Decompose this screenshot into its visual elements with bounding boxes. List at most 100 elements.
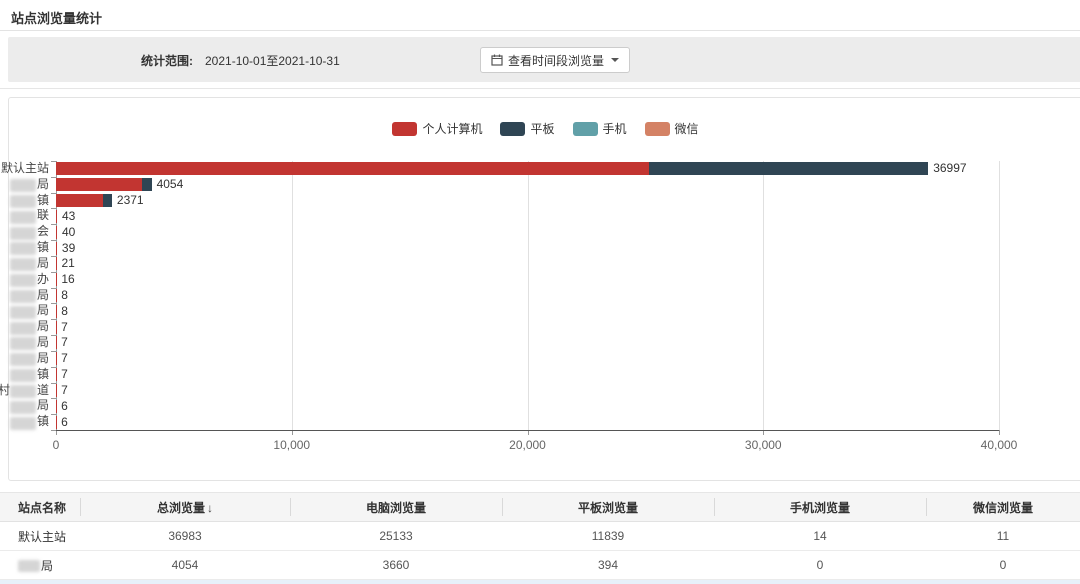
y-axis-category-label: 村道 (0, 383, 49, 399)
bar-segment-tablet[interactable] (649, 162, 929, 175)
table-header-总浏览量[interactable]: 总浏览量↓ (80, 499, 290, 516)
bar-value-label: 7 (61, 368, 68, 381)
y-axis-category-label: 会 (10, 224, 49, 240)
chevron-down-icon (611, 58, 619, 62)
y-axis-category-label: 局 (10, 256, 49, 272)
legend-item-个人计算机[interactable]: 个人计算机 (392, 120, 482, 137)
y-axis-category-label: 联 (10, 208, 49, 224)
stat-range-label: 统计范围: (63, 52, 193, 69)
redacted-text (10, 385, 36, 398)
x-axis-tick-label: 10,000 (273, 438, 310, 452)
redacted-text (10, 306, 36, 319)
bar-value-label: 8 (61, 289, 68, 302)
site-name-cell: 默认主站 (0, 528, 80, 545)
bar-value-label: 7 (61, 336, 68, 349)
section-divider (0, 88, 1080, 89)
y-axis-tick (51, 208, 56, 209)
grid-line (999, 161, 1000, 430)
bar-segment-pc[interactable] (56, 162, 649, 175)
table-row: 默认主站3698325133118391411 (0, 522, 1080, 551)
grid-line (763, 161, 764, 430)
calendar-icon (491, 54, 503, 66)
y-axis-tick (51, 430, 56, 431)
y-axis-category-label: 局 (10, 177, 49, 193)
y-axis-category-label: 局 (10, 398, 49, 414)
bar-value-label: 39 (62, 242, 75, 255)
legend-swatch (645, 122, 670, 136)
value-cell: 11 (926, 529, 1080, 543)
grid-line (292, 161, 293, 430)
legend-label: 平板 (530, 120, 554, 137)
stat-range-value: 2021-10-01至2021-10-31 (205, 52, 340, 69)
value-cell: 36983 (80, 529, 290, 543)
bar-value-label: 7 (61, 384, 68, 397)
bar-segment-pc[interactable] (56, 178, 142, 191)
bar-value-label: 4054 (157, 178, 184, 191)
bar-value-label: 7 (61, 321, 68, 334)
y-axis-category-label: 局 (10, 351, 49, 367)
bar-segment-tablet[interactable] (103, 194, 112, 207)
table-row: 局4054366039400 (0, 551, 1080, 580)
redacted-text (10, 195, 36, 208)
y-axis-category-label: 镇 (10, 367, 49, 383)
value-cell: 0 (926, 558, 1080, 572)
value-cell: 4054 (80, 558, 290, 572)
x-axis-tick-label: 0 (53, 438, 60, 452)
bar-value-label: 7 (61, 352, 68, 365)
redacted-text (10, 179, 36, 192)
value-cell: 14 (714, 529, 926, 543)
page-title: 站点浏览量统计 (11, 8, 102, 27)
table-header-平板浏览量[interactable]: 平板浏览量 (502, 499, 714, 516)
table-header-电脑浏览量[interactable]: 电脑浏览量 (290, 499, 502, 516)
y-axis-category-label: 局 (10, 303, 49, 319)
legend-swatch (573, 122, 598, 136)
redacted-text (10, 337, 36, 350)
bar-segment-tablet[interactable] (142, 178, 151, 191)
table-header-手机浏览量[interactable]: 手机浏览量 (714, 499, 926, 516)
redacted-text (10, 227, 36, 240)
value-cell: 0 (714, 558, 926, 572)
redacted-text (10, 258, 36, 271)
bar-segment-pc[interactable] (56, 210, 57, 223)
legend-label: 微信 (675, 120, 699, 137)
sort-desc-icon: ↓ (207, 501, 213, 515)
redacted-text (10, 322, 36, 335)
x-axis-tick (999, 430, 1000, 435)
y-axis-category-label: 镇 (10, 240, 49, 256)
bar-value-label: 2371 (117, 194, 144, 207)
y-axis-category-label: 镇 (10, 193, 49, 209)
bar-value-label: 40 (62, 226, 75, 239)
bar-segment-pc[interactable] (56, 226, 57, 239)
x-axis-line (56, 430, 999, 431)
legend-item-手机[interactable]: 手机 (573, 120, 627, 137)
view-time-range-button[interactable]: 查看时间段浏览量 (480, 47, 630, 73)
value-cell: 3660 (290, 558, 502, 572)
grid-line (528, 161, 529, 430)
bar-segment-pc[interactable] (56, 242, 57, 255)
bar-value-label: 6 (61, 416, 68, 429)
view-time-range-button-label: 查看时间段浏览量 (508, 52, 604, 69)
redacted-text (10, 274, 36, 287)
y-axis-category-label: 默认主站 (1, 161, 49, 177)
table-header-站点名称[interactable]: 站点名称 (0, 499, 80, 516)
title-divider (0, 30, 1080, 31)
legend-item-平板[interactable]: 平板 (500, 120, 554, 137)
y-axis-category-label: 局 (10, 319, 49, 335)
filter-panel: 统计范围: 2021-10-01至2021-10-31 查看时间段浏览量 (8, 37, 1080, 82)
table-header-微信浏览量[interactable]: 微信浏览量 (926, 499, 1080, 516)
redacted-text (10, 417, 36, 430)
legend-item-微信[interactable]: 微信 (645, 120, 699, 137)
redacted-text (10, 290, 36, 303)
value-cell: 11839 (502, 529, 714, 543)
x-axis-tick-label: 20,000 (509, 438, 546, 452)
y-axis-category-label: 办 (10, 272, 49, 288)
site-views-chart: 个人计算机平板手机微信 010,00020,00030,00040,000默认主… (8, 97, 1080, 481)
bar-value-label: 6 (61, 400, 68, 413)
x-axis-tick-label: 30,000 (745, 438, 782, 452)
bar-value-label: 21 (61, 257, 74, 270)
value-cell: 394 (502, 558, 714, 572)
redacted-text (10, 401, 36, 414)
y-axis-category-label: 局 (10, 335, 49, 351)
y-axis-category-label: 局 (10, 288, 49, 304)
bar-segment-pc[interactable] (56, 194, 103, 207)
